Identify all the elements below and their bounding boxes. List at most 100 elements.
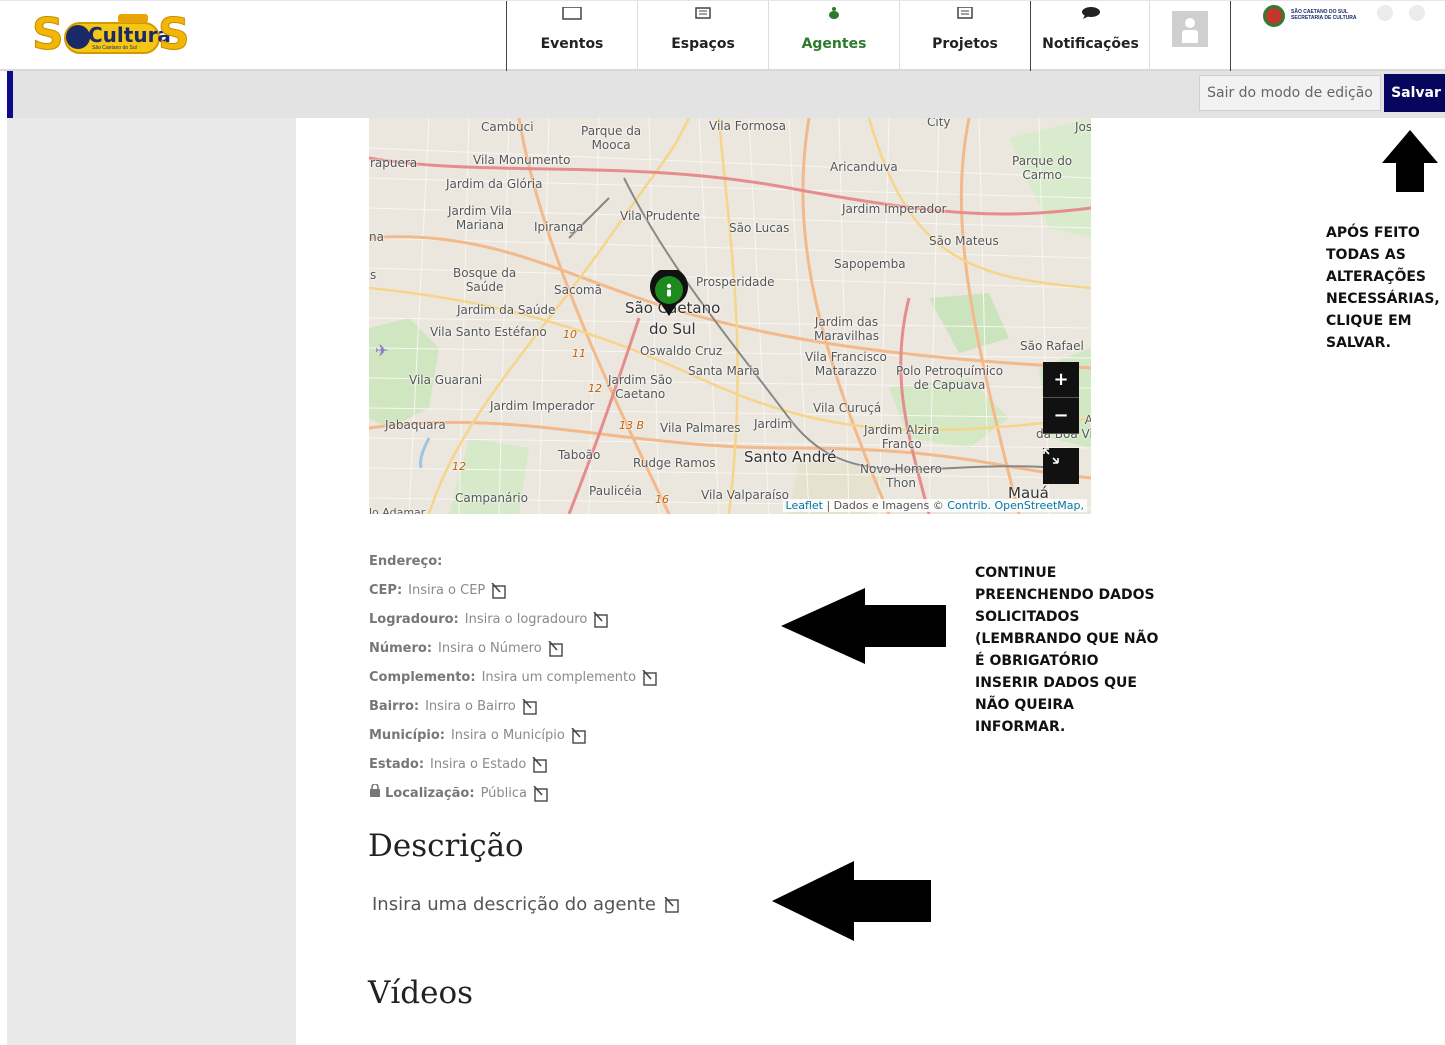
map-road-number: 12 <box>588 382 602 395</box>
osm-link[interactable]: Contrib. OpenStreetMap, <box>947 499 1084 512</box>
map-label: Vila Santo Estéfano <box>430 325 547 339</box>
map-label: Parque do Carmo <box>1012 154 1073 182</box>
nav-projetos[interactable]: Projetos <box>899 1 1030 72</box>
zoom-control: + − <box>1043 362 1079 434</box>
map-label: Sapopemba <box>834 257 906 271</box>
map-label: Vila Guarani <box>409 373 483 387</box>
nav-label: Agentes <box>801 36 867 52</box>
map-label: Taboão <box>558 448 601 462</box>
nav-label: Espaços <box>671 36 735 52</box>
address-section: Endereço: CEP: Insira o CEP Logradouro: … <box>369 547 658 808</box>
map-label: Jardim das Maravilhas <box>814 315 879 343</box>
map-label: Jardim São Caetano <box>608 373 673 401</box>
address-field-estado: Estado: Insira o Estado <box>369 750 658 779</box>
nav-eventos[interactable]: Eventos <box>506 1 637 72</box>
edit-icon[interactable] <box>571 726 587 744</box>
description-placeholder[interactable]: Insira uma descrição do agente <box>372 894 656 915</box>
edit-icon[interactable] <box>548 639 564 657</box>
map-label: Jardim <box>754 417 793 431</box>
map-label: Vila Monumento <box>473 153 571 167</box>
map-label: Jardim da Glória <box>446 177 543 191</box>
social-icon[interactable] <box>1409 5 1425 21</box>
nav-agentes[interactable]: Agentes <box>768 1 899 72</box>
field-label: Município: <box>369 727 445 743</box>
nav-espacos[interactable]: Espaços <box>637 1 768 72</box>
nav-label: Notificações <box>1042 36 1139 52</box>
municipio-value[interactable]: Insira o Município <box>451 726 565 746</box>
description-field[interactable]: Insira uma descrição do agente <box>372 894 680 915</box>
estado-value[interactable]: Insira o Estado <box>430 755 526 775</box>
user-menu[interactable] <box>1149 1 1231 72</box>
address-heading-row: Endereço: <box>369 547 658 576</box>
map-label: Vila Francisco Matarazzo <box>805 350 887 378</box>
map-label: Jardim Imperador <box>842 202 947 216</box>
arrow-up-icon <box>1382 130 1438 192</box>
edit-icon[interactable] <box>491 581 507 599</box>
map-attribution: Leaflet | Dados e Imagens © Contrib. Ope… <box>782 499 1087 512</box>
map-label: na <box>369 230 384 244</box>
map-label: Cambuci <box>481 120 534 134</box>
logo-subtext: São Caetano do Sul <box>92 45 137 51</box>
svg-text:✈: ✈ <box>375 341 388 360</box>
arrow-left-icon <box>772 861 931 941</box>
field-label: CEP: <box>369 582 403 598</box>
location-marker-icon[interactable] <box>649 270 689 318</box>
gov-logo[interactable]: SÃO CAETANO DO SUL SECRETARIA DE CULTURA <box>1263 5 1363 27</box>
building-icon <box>695 7 711 22</box>
edit-icon[interactable] <box>664 895 680 913</box>
attribution-text: | Dados e Imagens © <box>822 499 948 512</box>
social-icon[interactable] <box>1377 5 1393 21</box>
logo-ball-icon <box>66 25 90 49</box>
location-map[interactable]: ✈ Cambuci Parque da Mooca Vila Formosa C… <box>369 118 1091 514</box>
fullscreen-button[interactable] <box>1043 448 1079 484</box>
edit-icon[interactable] <box>593 610 609 628</box>
cep-value[interactable]: Insira o CEP <box>408 581 485 601</box>
nav-notificacoes[interactable]: Notificações <box>1030 1 1150 72</box>
exit-edit-mode-button[interactable]: Sair do modo de edição <box>1199 75 1381 111</box>
map-label: lo Adamar <box>369 506 426 514</box>
zoom-out-button[interactable]: − <box>1043 398 1079 434</box>
main-nav: Eventos Espaços Agentes Projetos Notific… <box>506 1 1150 72</box>
edit-icon[interactable] <box>533 784 549 802</box>
map-label: Novo Homero Thon <box>860 462 943 490</box>
field-label: Complemento: <box>369 669 476 685</box>
map-label: Jardim Imperador <box>490 399 595 413</box>
avatar[interactable] <box>1172 11 1208 47</box>
map-road-number: 10 <box>563 328 577 341</box>
logo[interactable]: S Cultura São Caetano do Sul S <box>30 9 192 61</box>
document-icon <box>957 6 973 22</box>
map-label: Jardim da Saúde <box>457 303 556 317</box>
map-label: Rudge Ramos <box>633 456 716 470</box>
logo-crown <box>118 14 148 23</box>
map-label: Vila Valparaíso <box>701 488 789 502</box>
gov-logo-line2: SECRETARIA DE CULTURA <box>1291 15 1357 21</box>
edit-icon[interactable] <box>642 668 658 686</box>
map-label-city: Santo André <box>744 448 837 466</box>
lock-icon <box>369 782 381 804</box>
complemento-value[interactable]: Insira um complemento <box>482 668 637 688</box>
address-field-complemento: Complemento: Insira um complemento <box>369 663 658 692</box>
map-label: s <box>370 268 377 282</box>
nav-label: Projetos <box>932 36 998 52</box>
description-heading: Descrição <box>368 828 524 864</box>
left-gutter <box>7 118 296 1045</box>
address-field-bairro: Bairro: Insira o Bairro <box>369 692 658 721</box>
map-label-city: do Sul <box>649 320 696 338</box>
bairro-value[interactable]: Insira o Bairro <box>425 697 516 717</box>
left-edge <box>0 71 7 1045</box>
map-label: Bosque da Saúde <box>453 266 517 294</box>
edit-icon[interactable] <box>532 755 548 773</box>
map-label: Vila Prudente <box>620 209 701 223</box>
map-label: Vila Formosa <box>709 119 786 133</box>
numero-value[interactable]: Insira o Número <box>438 639 542 659</box>
localizacao-value[interactable]: Pública <box>481 784 527 804</box>
logradouro-value[interactable]: Insira o logradouro <box>465 610 588 630</box>
save-button[interactable]: Salvar <box>1384 74 1445 112</box>
map-label: Vila Curuçá <box>813 401 882 415</box>
zoom-in-button[interactable]: + <box>1043 362 1079 398</box>
person-icon <box>828 7 840 22</box>
address-field-numero: Número: Insira o Número <box>369 634 658 663</box>
edit-icon[interactable] <box>522 697 538 715</box>
leaflet-link[interactable]: Leaflet <box>786 499 823 512</box>
videos-heading: Vídeos <box>368 975 474 1011</box>
